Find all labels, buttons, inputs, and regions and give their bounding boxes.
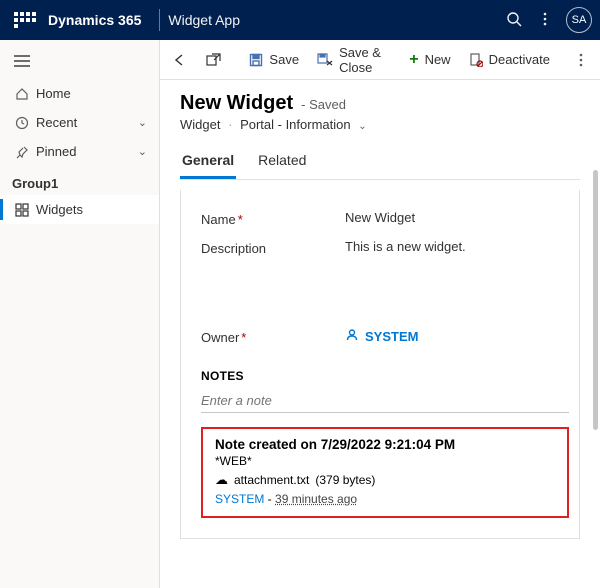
page-title: New Widget bbox=[180, 92, 293, 115]
attachment-size: (379 bytes) bbox=[315, 473, 375, 487]
cmd-label: New bbox=[425, 52, 451, 67]
field-value: This is a new widget. bbox=[341, 239, 569, 254]
required-marker: * bbox=[241, 330, 246, 345]
nav-group-header: Group1 bbox=[0, 166, 159, 195]
chevron-down-icon: ⌄ bbox=[138, 116, 147, 129]
save-close-button[interactable]: Save & Close bbox=[311, 41, 397, 79]
chevron-down-icon: ⌄ bbox=[358, 121, 366, 132]
save-button[interactable]: Save bbox=[243, 48, 305, 71]
waffle-icon[interactable] bbox=[14, 12, 38, 28]
cmd-label: Save & Close bbox=[339, 45, 391, 75]
note-attachment[interactable]: ☁ attachment.txt (379 bytes) bbox=[215, 472, 555, 488]
plus-icon: + bbox=[409, 51, 418, 69]
side-nav: Home Recent ⌄ Pinned ⌄ Group1 Widgets bbox=[0, 40, 160, 588]
cmd-label: Save bbox=[269, 52, 299, 67]
command-bar: Save Save & Close + New Deactivate bbox=[160, 40, 600, 80]
form-card: Name* New Widget Description This is a n… bbox=[180, 190, 580, 539]
header-divider bbox=[159, 9, 160, 31]
pin-icon bbox=[12, 145, 32, 159]
note-item: Note created on 7/29/2022 9:21:04 PM *WE… bbox=[201, 427, 569, 518]
person-icon bbox=[345, 328, 359, 345]
clock-icon bbox=[12, 116, 32, 130]
deactivate-button[interactable]: Deactivate bbox=[463, 48, 556, 71]
brand-name: Dynamics 365 bbox=[48, 12, 141, 28]
note-source: *WEB* bbox=[215, 454, 555, 468]
back-button[interactable] bbox=[166, 49, 194, 71]
app-header: Dynamics 365 Widget App SA bbox=[0, 0, 600, 40]
required-marker: * bbox=[238, 212, 243, 227]
nav-pinned[interactable]: Pinned ⌄ bbox=[0, 137, 159, 166]
nav-label: Recent bbox=[36, 115, 138, 130]
field-value: New Widget bbox=[341, 210, 569, 225]
home-icon bbox=[12, 87, 32, 101]
page-header: New Widget - Saved Widget · Portal - Inf… bbox=[160, 80, 600, 180]
cmd-label: Deactivate bbox=[489, 52, 550, 67]
nav-label: Pinned bbox=[36, 144, 138, 159]
field-label: Owner bbox=[201, 330, 239, 345]
open-new-window-button[interactable] bbox=[200, 49, 227, 71]
nav-label: Home bbox=[36, 86, 147, 101]
notes-header: NOTES bbox=[201, 369, 569, 383]
nav-recent[interactable]: Recent ⌄ bbox=[0, 108, 159, 137]
owner-value: SYSTEM bbox=[365, 329, 418, 344]
hamburger-icon[interactable] bbox=[0, 46, 159, 79]
tab-bar: General Related bbox=[180, 146, 580, 180]
tab-related[interactable]: Related bbox=[256, 146, 308, 179]
more-commands-button[interactable] bbox=[568, 49, 594, 71]
form-selector[interactable]: Widget · Portal - Information ⌄ bbox=[180, 117, 580, 132]
nav-label: Widgets bbox=[36, 202, 147, 217]
main-area: Save Save & Close + New Deactivate New W… bbox=[160, 40, 600, 588]
save-status: - Saved bbox=[301, 97, 346, 112]
field-label: Name bbox=[201, 212, 236, 227]
app-name: Widget App bbox=[168, 12, 240, 28]
field-label: Description bbox=[201, 241, 266, 256]
chevron-down-icon: ⌄ bbox=[138, 145, 147, 158]
form-name: Portal - Information bbox=[240, 117, 351, 132]
note-age: 39 minutes ago bbox=[275, 492, 357, 506]
note-created-line: Note created on 7/29/2022 9:21:04 PM bbox=[215, 437, 555, 452]
more-vertical-icon[interactable] bbox=[538, 12, 552, 29]
nav-widgets[interactable]: Widgets bbox=[0, 195, 159, 224]
nav-home[interactable]: Home bbox=[0, 79, 159, 108]
search-icon[interactable] bbox=[506, 11, 522, 30]
note-author: SYSTEM bbox=[215, 492, 264, 506]
note-footer: SYSTEM - 39 minutes ago bbox=[215, 492, 555, 506]
attachment-name: attachment.txt bbox=[234, 473, 309, 487]
entity-name: Widget bbox=[180, 117, 220, 132]
tab-general[interactable]: General bbox=[180, 146, 236, 179]
field-owner[interactable]: Owner* SYSTEM bbox=[201, 322, 569, 351]
new-button[interactable]: + New bbox=[403, 47, 456, 73]
field-name[interactable]: Name* New Widget bbox=[201, 204, 569, 233]
scrollbar-thumb[interactable] bbox=[593, 170, 598, 430]
widgets-icon bbox=[12, 203, 32, 217]
avatar[interactable]: SA bbox=[566, 7, 592, 33]
cloud-icon: ☁ bbox=[215, 472, 228, 488]
note-input[interactable] bbox=[201, 387, 569, 413]
field-description[interactable]: Description This is a new widget. bbox=[201, 233, 569, 262]
